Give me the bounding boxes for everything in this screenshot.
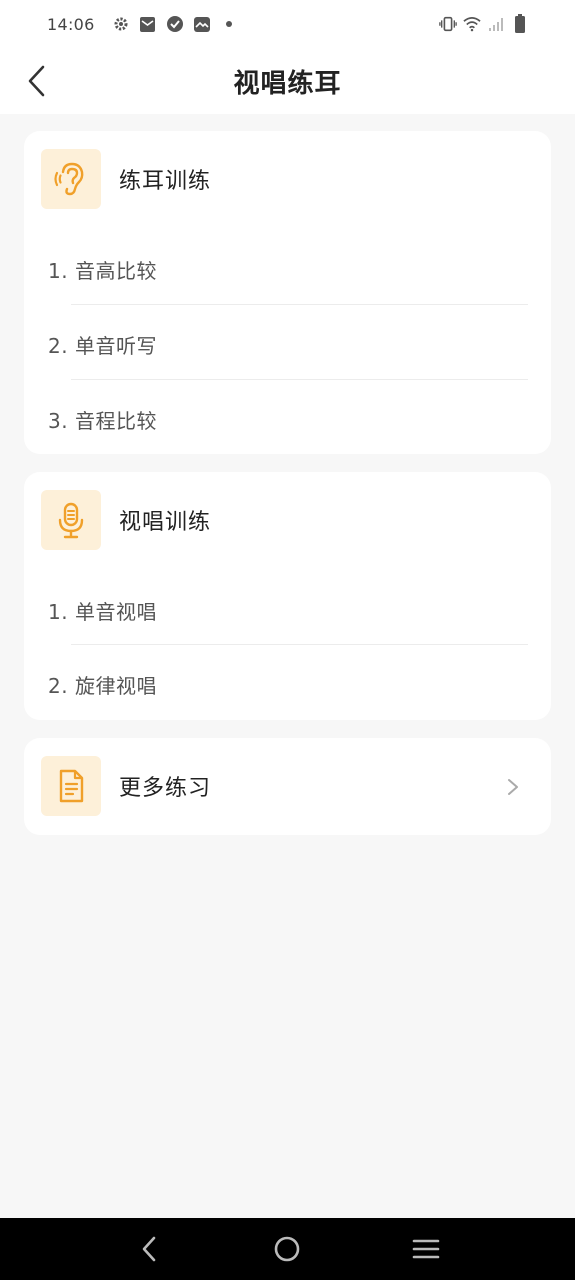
status-bar: 14:06 bbox=[0, 0, 575, 48]
sight-singing-card: 视唱训练 1. 单音视唱 2. 旋律视唱 bbox=[24, 472, 551, 720]
ear-icon-tile bbox=[41, 149, 101, 209]
sight-singing-header: 视唱训练 bbox=[41, 490, 211, 550]
ear-training-title: 练耳训练 bbox=[119, 169, 212, 194]
nav-home-button[interactable] bbox=[263, 1225, 311, 1273]
chevron-right-icon bbox=[508, 779, 518, 795]
dot-icon bbox=[220, 15, 238, 33]
microphone-icon-tile bbox=[41, 490, 101, 550]
list-item-melody-singing[interactable]: 2. 旋律视唱 bbox=[48, 647, 528, 722]
chevron-left-icon bbox=[28, 65, 45, 97]
vibrate-icon bbox=[439, 15, 457, 33]
back-icon bbox=[142, 1236, 156, 1262]
battery-icon bbox=[511, 14, 529, 33]
back-button[interactable] bbox=[18, 62, 56, 100]
more-practice-card[interactable]: 更多练习 bbox=[24, 738, 551, 835]
signal-icon bbox=[487, 15, 505, 33]
mail-icon bbox=[139, 15, 157, 33]
divider bbox=[71, 379, 528, 380]
check-circle-icon bbox=[166, 15, 184, 33]
photo-icon bbox=[193, 15, 211, 33]
wifi-icon bbox=[463, 15, 481, 33]
document-icon-tile bbox=[41, 756, 101, 816]
more-practice-header: 更多练习 bbox=[41, 756, 211, 816]
nav-back-button[interactable] bbox=[125, 1225, 173, 1273]
list-item-single-note-singing[interactable]: 1. 单音视唱 bbox=[48, 573, 528, 648]
document-icon bbox=[59, 769, 84, 803]
home-icon bbox=[275, 1236, 300, 1262]
status-time: 14:06 bbox=[47, 14, 95, 34]
sight-singing-title: 视唱训练 bbox=[119, 510, 212, 535]
ear-icon bbox=[54, 162, 84, 196]
status-left: 14:06 bbox=[47, 15, 238, 34]
list-item-interval-compare[interactable]: 3. 音程比较 bbox=[48, 382, 528, 457]
status-right bbox=[439, 14, 529, 33]
gear-icon bbox=[112, 15, 130, 33]
more-practice-title: 更多练习 bbox=[119, 776, 212, 801]
system-nav-bar bbox=[0, 1218, 575, 1280]
ear-training-card: 练耳训练 1. 音高比较 2. 单音听写 3. 音程比较 bbox=[24, 131, 551, 454]
divider bbox=[71, 304, 528, 305]
list-item-pitch-compare[interactable]: 1. 音高比较 bbox=[48, 232, 528, 307]
page-title: 视唱练耳 bbox=[233, 68, 342, 99]
divider bbox=[71, 644, 528, 645]
microphone-icon bbox=[58, 502, 84, 539]
app-header: 视唱练耳 bbox=[0, 48, 575, 114]
nav-menu-button[interactable] bbox=[402, 1225, 450, 1273]
ear-training-header: 练耳训练 bbox=[41, 149, 211, 209]
list-item-single-note-dictation[interactable]: 2. 单音听写 bbox=[48, 307, 528, 382]
menu-icon bbox=[412, 1239, 440, 1259]
